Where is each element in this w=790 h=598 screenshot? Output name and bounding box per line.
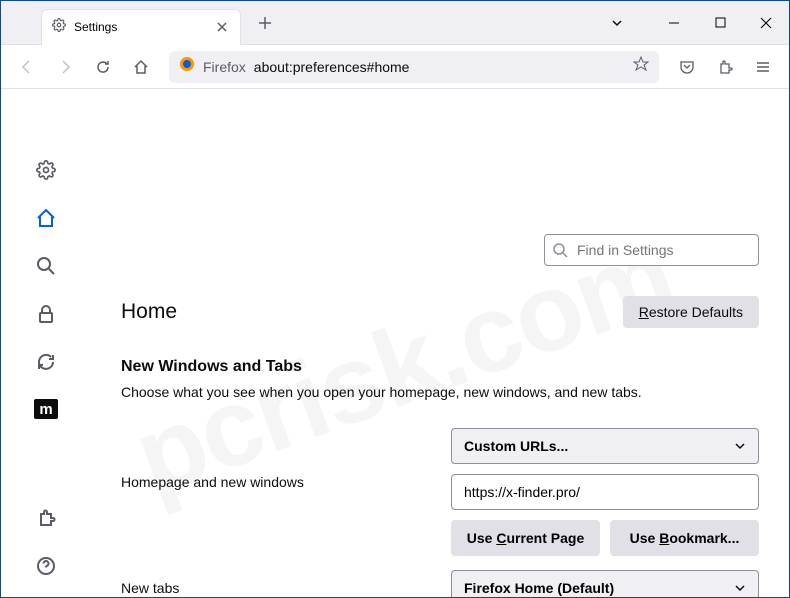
sidebar-search-icon[interactable]: [35, 255, 57, 277]
use-bookmark-button[interactable]: Use Bookmark...: [610, 520, 759, 556]
extensions-button[interactable]: [709, 51, 741, 83]
chevron-down-icon: [734, 440, 746, 452]
restore-defaults-button[interactable]: Restore Defaults: [623, 296, 759, 328]
section-new-windows-desc: Choose what you see when you open your h…: [121, 384, 759, 400]
dropdown-value: Firefox Home (Default): [464, 580, 614, 596]
homepage-label: Homepage and new windows: [121, 428, 431, 490]
dropdown-value: Custom URLs...: [464, 438, 568, 454]
firefox-logo-icon: [179, 56, 195, 77]
sidebar-more-icon[interactable]: m: [34, 399, 58, 419]
new-tab-button[interactable]: [251, 9, 279, 37]
close-tab-icon[interactable]: [214, 19, 230, 35]
url-path: about:preferences#home: [254, 59, 410, 75]
homepage-url-input[interactable]: [451, 474, 759, 510]
tabs-dropdown-button[interactable]: [599, 9, 635, 37]
back-button[interactable]: [11, 51, 43, 83]
sidebar-privacy-icon[interactable]: [35, 303, 57, 325]
close-window-button[interactable]: [743, 1, 789, 45]
tab-title: Settings: [74, 20, 206, 34]
settings-main: pcrisk.com Home Restore Defaults New Win…: [91, 89, 789, 597]
sidebar-home-icon[interactable]: [35, 207, 57, 229]
forward-button[interactable]: [49, 51, 81, 83]
home-button[interactable]: [125, 51, 157, 83]
titlebar: Settings: [1, 1, 789, 45]
use-current-page-button[interactable]: Use Current Page: [451, 520, 600, 556]
sidebar-general-icon[interactable]: [35, 159, 57, 181]
reload-button[interactable]: [87, 51, 119, 83]
settings-sidebar: m: [1, 89, 91, 597]
newtabs-dropdown[interactable]: Firefox Home (Default): [451, 570, 759, 597]
toolbar: Firefox about:preferences#home: [1, 45, 789, 89]
url-prefix: Firefox: [203, 59, 246, 75]
sidebar-sync-icon[interactable]: [35, 351, 57, 373]
pocket-button[interactable]: [671, 51, 703, 83]
sidebar-extensions-icon[interactable]: [35, 507, 57, 529]
maximize-button[interactable]: [697, 1, 743, 45]
url-bar[interactable]: Firefox about:preferences#home: [169, 51, 659, 83]
homepage-mode-dropdown[interactable]: Custom URLs...: [451, 428, 759, 464]
search-icon: [552, 242, 568, 258]
newtabs-label: New tabs: [121, 580, 431, 596]
gear-icon: [52, 18, 66, 37]
page-title: Home: [121, 300, 177, 324]
menu-button[interactable]: [747, 51, 779, 83]
minimize-button[interactable]: [651, 1, 697, 45]
browser-tab[interactable]: Settings: [41, 9, 241, 45]
find-settings-input[interactable]: [544, 234, 759, 266]
chevron-down-icon: [734, 582, 746, 594]
sidebar-help-icon[interactable]: [35, 555, 57, 577]
bookmark-star-icon[interactable]: [633, 56, 649, 77]
content-area: m pcrisk.com Home Restore Defaults Ne: [1, 89, 789, 597]
section-new-windows-title: New Windows and Tabs: [121, 358, 759, 376]
